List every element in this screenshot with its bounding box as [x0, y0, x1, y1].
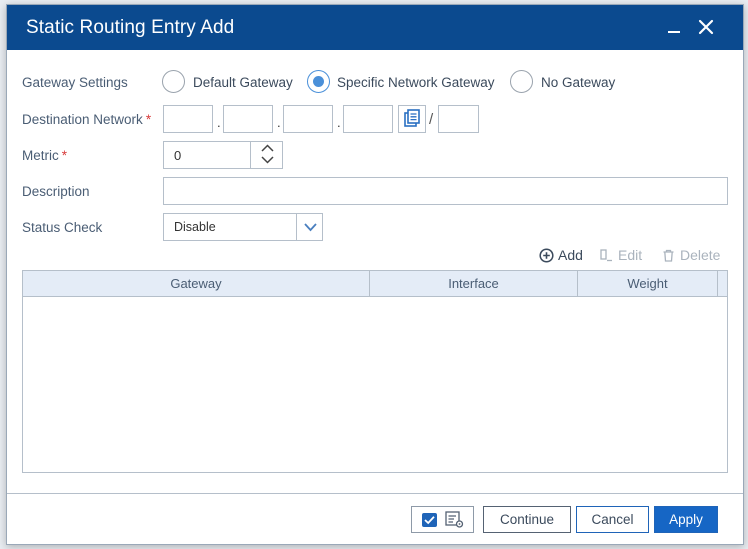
ip-dot-separator: .	[277, 115, 281, 130]
copy-list-icon	[404, 109, 420, 127]
status-check-label: Status Check	[22, 220, 103, 235]
ip-octet-4-input[interactable]	[343, 105, 393, 133]
table-header: Gateway Interface Weight	[23, 271, 727, 297]
status-check-select[interactable]: Disable	[163, 213, 323, 241]
status-check-value: Disable	[174, 220, 216, 234]
mask-slash: /	[429, 111, 434, 128]
subnet-mask-input[interactable]	[438, 105, 479, 133]
continue-settings-toggle[interactable]	[411, 506, 474, 533]
checkbox-checked-icon[interactable]	[422, 513, 437, 527]
gateway-settings-label: Gateway Settings	[22, 75, 128, 90]
description-label: Description	[22, 184, 90, 199]
description-input[interactable]	[163, 177, 728, 205]
minimize-icon[interactable]	[661, 14, 687, 40]
dialog-title: Static Routing Entry Add	[26, 17, 235, 38]
cancel-button[interactable]: Cancel	[576, 506, 649, 533]
metric-stepper-buttons	[250, 141, 284, 169]
radio-specific-network-gateway[interactable]	[307, 70, 330, 93]
close-icon[interactable]	[693, 14, 719, 40]
plus-circle-icon	[539, 247, 554, 263]
delete-button[interactable]: Delete	[661, 247, 720, 263]
edit-icon	[600, 248, 612, 261]
metric-stepper[interactable]: 0	[163, 141, 283, 169]
radio-no-gateway[interactable]	[510, 70, 533, 93]
metric-label: Metric *	[22, 148, 67, 163]
ip-dot-separator: .	[217, 115, 221, 130]
ip-octet-3-input[interactable]	[283, 105, 333, 133]
radio-default-gateway[interactable]	[162, 70, 185, 93]
continue-button[interactable]: Continue	[483, 506, 571, 533]
list-settings-icon	[445, 511, 464, 528]
ip-dot-separator: .	[337, 115, 341, 130]
required-mark: *	[145, 112, 152, 127]
apply-button[interactable]: Apply	[654, 506, 718, 533]
dialog-titlebar: Static Routing Entry Add	[7, 5, 743, 50]
radio-specific-network-gateway-label[interactable]: Specific Network Gateway	[337, 75, 495, 90]
metric-value[interactable]: 0	[174, 148, 181, 163]
dialog-footer: Continue Cancel Apply	[7, 493, 743, 544]
add-button[interactable]: Add	[539, 247, 583, 263]
ip-octet-2-input[interactable]	[223, 105, 273, 133]
radio-no-gateway-label[interactable]: No Gateway	[541, 75, 615, 90]
static-routing-dialog: Static Routing Entry Add Gateway Setting…	[6, 4, 744, 545]
gateway-table: Gateway Interface Weight	[22, 270, 728, 473]
column-header-weight[interactable]: Weight	[578, 271, 718, 296]
metric-label-text: Metric	[22, 148, 59, 163]
required-mark: *	[61, 148, 68, 163]
add-label: Add	[558, 247, 583, 263]
ip-octet-1-input[interactable]	[163, 105, 213, 133]
edit-button[interactable]: Edit	[599, 247, 642, 263]
trash-icon	[663, 249, 674, 262]
radio-default-gateway-label[interactable]: Default Gateway	[193, 75, 293, 90]
column-header-gateway[interactable]: Gateway	[23, 271, 370, 296]
destination-network-label-text: Destination Network	[22, 112, 143, 127]
address-book-button[interactable]	[398, 105, 426, 133]
edit-label: Edit	[618, 247, 643, 263]
chevron-down-icon[interactable]	[296, 213, 323, 241]
destination-network-label: Destination Network *	[22, 112, 151, 127]
chevron-up-icon[interactable]	[251, 141, 284, 154]
delete-label: Delete	[680, 247, 721, 263]
chevron-down-icon[interactable]	[251, 154, 284, 167]
column-header-interface[interactable]: Interface	[370, 271, 578, 296]
